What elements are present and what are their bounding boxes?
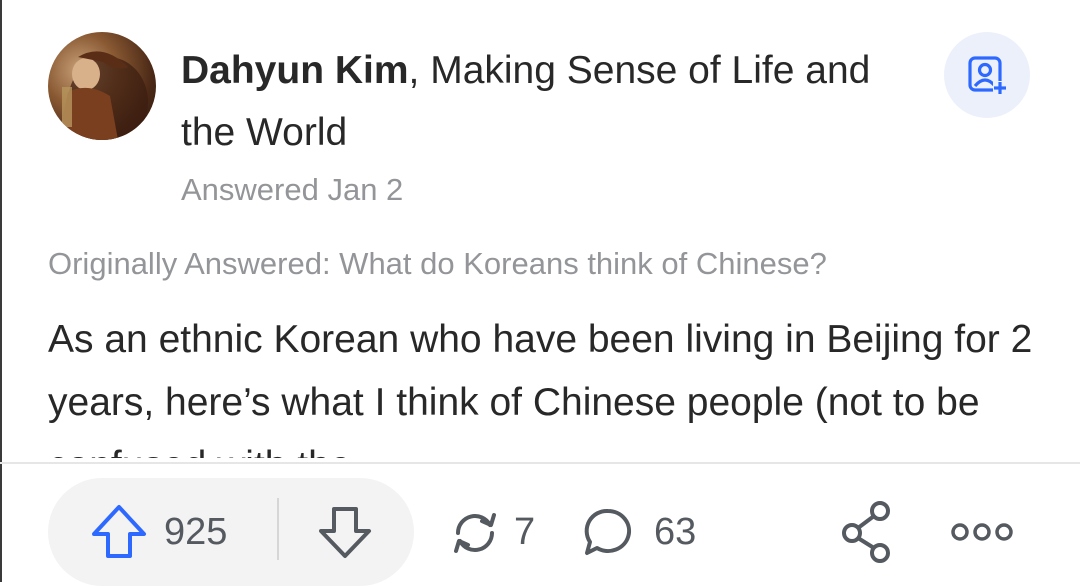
share-cycle-icon [454,513,496,553]
more-options-button[interactable] [950,512,1014,552]
comment-count: 63 [654,510,697,553]
downvote-arrow-icon [319,507,371,558]
share-link-icon [842,501,890,563]
reshare-button[interactable]: 7 [446,500,535,564]
answered-date[interactable]: Answered Jan 2 [181,172,403,208]
upvote-count: 925 [164,510,228,553]
upvote-button[interactable]: 925 [88,496,227,568]
add-person-icon [968,56,1007,95]
avatar-image [58,51,148,140]
comment-button[interactable]: 63 [580,500,696,564]
originally-answered-link[interactable]: Originally Answered: What do Koreans thi… [48,246,1048,282]
reshare-count: 7 [514,510,536,553]
author-line: Dahyun Kim, Making Sense of Life and the… [181,40,911,164]
follow-button[interactable] [944,32,1030,118]
more-dots-icon [951,523,1013,541]
upvote-arrow-icon [92,505,146,558]
share-button[interactable] [840,498,894,564]
downvote-button[interactable] [314,500,376,564]
vote-separator [277,498,279,560]
comment-bubble-icon [584,508,632,555]
answer-text[interactable]: As an ethnic Korean who have been living… [48,308,1048,458]
avatar[interactable] [48,32,156,140]
divider [0,462,1080,464]
author-name[interactable]: Dahyun Kim [181,49,409,92]
left-border [0,0,2,582]
